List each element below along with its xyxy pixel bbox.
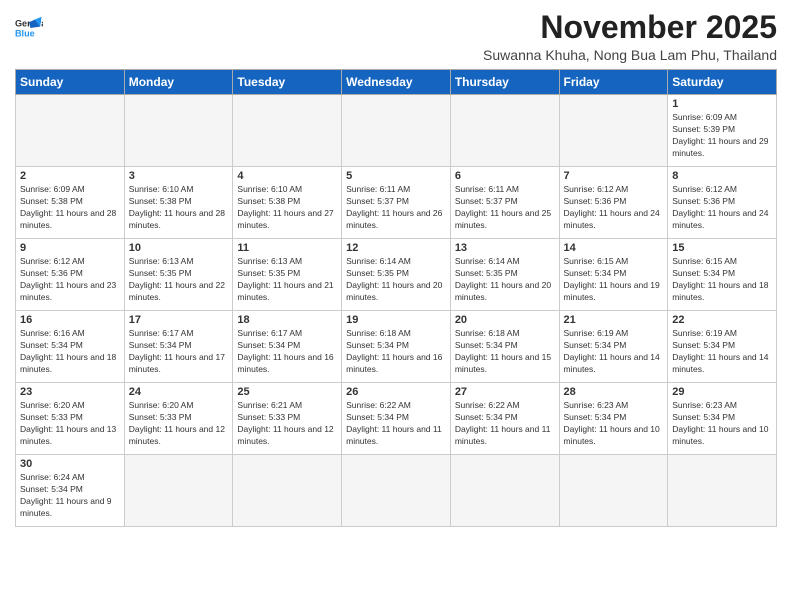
header-friday: Friday xyxy=(559,70,668,95)
empty-cell xyxy=(233,455,342,527)
logo: General Blue xyxy=(15,14,43,42)
empty-cell xyxy=(342,455,451,527)
day-25: 25 Sunrise: 6:21 AMSunset: 5:33 PMDaylig… xyxy=(233,383,342,455)
day-23: 23 Sunrise: 6:20 AMSunset: 5:33 PMDaylig… xyxy=(16,383,125,455)
title-area: November 2025 Suwanna Khuha, Nong Bua La… xyxy=(483,10,777,63)
week-row-3: 9 Sunrise: 6:12 AMSunset: 5:36 PMDayligh… xyxy=(16,239,777,311)
day-24: 24 Sunrise: 6:20 AMSunset: 5:33 PMDaylig… xyxy=(124,383,233,455)
calendar-table: Sunday Monday Tuesday Wednesday Thursday… xyxy=(15,69,777,527)
week-row-5: 23 Sunrise: 6:20 AMSunset: 5:33 PMDaylig… xyxy=(16,383,777,455)
week-row-4: 16 Sunrise: 6:16 AMSunset: 5:34 PMDaylig… xyxy=(16,311,777,383)
empty-cell xyxy=(559,455,668,527)
day-27: 27 Sunrise: 6:22 AMSunset: 5:34 PMDaylig… xyxy=(450,383,559,455)
day-16: 16 Sunrise: 6:16 AMSunset: 5:34 PMDaylig… xyxy=(16,311,125,383)
day-1: 1 Sunrise: 6:09 AM Sunset: 5:39 PM Dayli… xyxy=(668,95,777,167)
logo-icon: General Blue xyxy=(15,14,43,42)
day-26: 26 Sunrise: 6:22 AMSunset: 5:34 PMDaylig… xyxy=(342,383,451,455)
day-info-1: Sunrise: 6:09 AM Sunset: 5:39 PM Dayligh… xyxy=(672,112,772,160)
day-17: 17 Sunrise: 6:17 AMSunset: 5:34 PMDaylig… xyxy=(124,311,233,383)
week-row-6: 30 Sunrise: 6:24 AMSunset: 5:34 PMDaylig… xyxy=(16,455,777,527)
day-28: 28 Sunrise: 6:23 AMSunset: 5:34 PMDaylig… xyxy=(559,383,668,455)
day-19: 19 Sunrise: 6:18 AMSunset: 5:34 PMDaylig… xyxy=(342,311,451,383)
day-30: 30 Sunrise: 6:24 AMSunset: 5:34 PMDaylig… xyxy=(16,455,125,527)
weekday-header-row: Sunday Monday Tuesday Wednesday Thursday… xyxy=(16,70,777,95)
day-6: 6 Sunrise: 6:11 AMSunset: 5:37 PMDayligh… xyxy=(450,167,559,239)
empty-cell xyxy=(16,95,125,167)
header-thursday: Thursday xyxy=(450,70,559,95)
day-9: 9 Sunrise: 6:12 AMSunset: 5:36 PMDayligh… xyxy=(16,239,125,311)
day-14: 14 Sunrise: 6:15 AMSunset: 5:34 PMDaylig… xyxy=(559,239,668,311)
day-8: 8 Sunrise: 6:12 AMSunset: 5:36 PMDayligh… xyxy=(668,167,777,239)
month-title: November 2025 xyxy=(483,10,777,45)
week-row-1: 1 Sunrise: 6:09 AM Sunset: 5:39 PM Dayli… xyxy=(16,95,777,167)
day-10: 10 Sunrise: 6:13 AMSunset: 5:35 PMDaylig… xyxy=(124,239,233,311)
week-row-2: 2 Sunrise: 6:09 AMSunset: 5:38 PMDayligh… xyxy=(16,167,777,239)
header-monday: Monday xyxy=(124,70,233,95)
day-29: 29 Sunrise: 6:23 AMSunset: 5:34 PMDaylig… xyxy=(668,383,777,455)
header-area: General Blue November 2025 Suwanna Khuha… xyxy=(15,10,777,63)
empty-cell xyxy=(124,455,233,527)
day-7: 7 Sunrise: 6:12 AMSunset: 5:36 PMDayligh… xyxy=(559,167,668,239)
day-5: 5 Sunrise: 6:11 AMSunset: 5:37 PMDayligh… xyxy=(342,167,451,239)
header-wednesday: Wednesday xyxy=(342,70,451,95)
day-15: 15 Sunrise: 6:15 AMSunset: 5:34 PMDaylig… xyxy=(668,239,777,311)
empty-cell xyxy=(450,95,559,167)
header-tuesday: Tuesday xyxy=(233,70,342,95)
day-22: 22 Sunrise: 6:19 AMSunset: 5:34 PMDaylig… xyxy=(668,311,777,383)
day-11: 11 Sunrise: 6:13 AMSunset: 5:35 PMDaylig… xyxy=(233,239,342,311)
empty-cell xyxy=(450,455,559,527)
day-21: 21 Sunrise: 6:19 AMSunset: 5:34 PMDaylig… xyxy=(559,311,668,383)
empty-cell xyxy=(342,95,451,167)
header-saturday: Saturday xyxy=(668,70,777,95)
empty-cell xyxy=(124,95,233,167)
day-3: 3 Sunrise: 6:10 AMSunset: 5:38 PMDayligh… xyxy=(124,167,233,239)
day-20: 20 Sunrise: 6:18 AMSunset: 5:34 PMDaylig… xyxy=(450,311,559,383)
empty-cell xyxy=(668,455,777,527)
svg-text:Blue: Blue xyxy=(15,28,35,38)
day-number-1: 1 xyxy=(672,98,772,110)
day-4: 4 Sunrise: 6:10 AMSunset: 5:38 PMDayligh… xyxy=(233,167,342,239)
day-13: 13 Sunrise: 6:14 AMSunset: 5:35 PMDaylig… xyxy=(450,239,559,311)
empty-cell xyxy=(233,95,342,167)
header-sunday: Sunday xyxy=(16,70,125,95)
page: General Blue November 2025 Suwanna Khuha… xyxy=(0,0,792,612)
day-12: 12 Sunrise: 6:14 AMSunset: 5:35 PMDaylig… xyxy=(342,239,451,311)
empty-cell xyxy=(559,95,668,167)
day-2: 2 Sunrise: 6:09 AMSunset: 5:38 PMDayligh… xyxy=(16,167,125,239)
subtitle: Suwanna Khuha, Nong Bua Lam Phu, Thailan… xyxy=(483,47,777,63)
day-18: 18 Sunrise: 6:17 AMSunset: 5:34 PMDaylig… xyxy=(233,311,342,383)
